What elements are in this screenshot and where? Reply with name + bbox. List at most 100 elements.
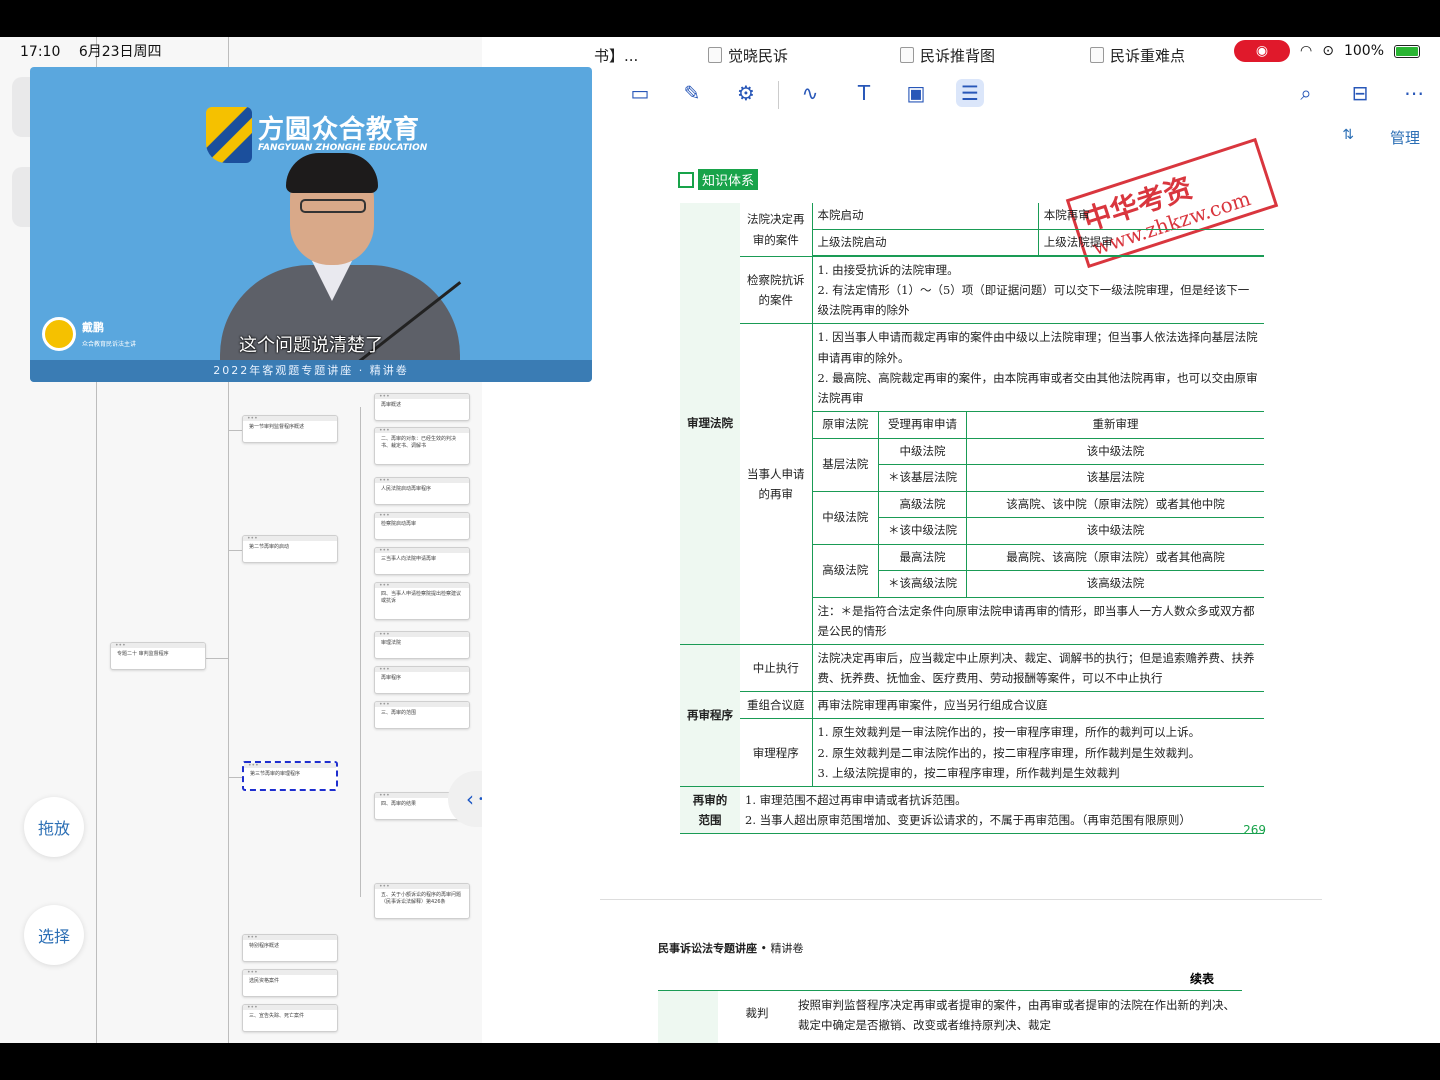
text-line: 1. 由接受抗诉的法院审理。 bbox=[817, 263, 959, 278]
mindmap-node[interactable]: ••• 特别程序概述 bbox=[242, 934, 338, 962]
row-header: 再审程序 bbox=[680, 644, 740, 787]
select-button-label: 选择 bbox=[37, 927, 70, 946]
eraser-icon[interactable]: ⚙ bbox=[732, 79, 760, 107]
logo-mark-icon bbox=[206, 107, 252, 163]
search-icon[interactable]: ⌕ bbox=[1292, 79, 1320, 107]
brand-name: 方圆众合教育 bbox=[258, 115, 421, 145]
cell: 原审法院 bbox=[812, 411, 879, 439]
status-left: 17:10 6月23日周四 bbox=[20, 41, 176, 61]
mindmap-node[interactable]: ••• 再审程序 bbox=[374, 666, 470, 694]
manage-button[interactable]: 管理 bbox=[1390, 127, 1420, 148]
node-text: 第三节再审的审理程序 bbox=[250, 771, 301, 777]
text-line: 2. 原生效裁判是二审法院作出的，按二审程序审理，所作裁判是生效裁判。 bbox=[817, 745, 1201, 760]
cell: 审理程序 bbox=[740, 718, 813, 787]
mindmap-node[interactable]: ••• 三、再审的范围 bbox=[374, 701, 470, 729]
cell: 重组合议庭 bbox=[740, 691, 813, 720]
mindmap-node[interactable]: ••• 检察院启动再审 bbox=[374, 512, 470, 540]
node-text: 三当事人向法院申请再审 bbox=[381, 556, 437, 562]
cell: ＊该高级法院 bbox=[878, 570, 967, 598]
cell: 法院决定再审的案件 bbox=[740, 203, 813, 258]
node-text: 审理法院 bbox=[381, 640, 402, 646]
video-overlay[interactable]: 方圆众合教育 FANGYUAN ZHONGHE EDUCATION 戴鹏 众合教… bbox=[30, 67, 592, 382]
row-header-band bbox=[658, 991, 718, 1043]
cell: 高级法院 bbox=[812, 544, 879, 598]
cell: 本院再审 bbox=[1038, 203, 1264, 230]
text-icon[interactable]: T bbox=[850, 79, 878, 107]
video-banner: 2022年客观题专题讲座 · 精讲卷 bbox=[30, 360, 592, 382]
cell: 本院启动 bbox=[812, 203, 1039, 230]
connector bbox=[228, 550, 242, 551]
text-line: 1. 审理范围不超过再审申请或者抗诉范围。 bbox=[745, 792, 967, 807]
cell: 本院启动 本院再审 上级法院启动 上级法院提审 bbox=[812, 203, 1264, 258]
mindmap-node[interactable]: ••• 五、关于小额诉讼的程序的再审问题（民事诉讼法解释）第426条 bbox=[374, 883, 470, 919]
pen-icon[interactable]: ✎ bbox=[678, 79, 706, 107]
node-text: 再审程序 bbox=[381, 675, 402, 681]
orientation-lock-icon: ⊙ bbox=[1322, 43, 1334, 59]
cell: 当事人申请的再审 bbox=[740, 323, 813, 646]
text-line: 再审的 bbox=[692, 792, 728, 807]
crop-icon[interactable]: ▭ bbox=[626, 79, 654, 107]
node-text: 选民资格案件 bbox=[249, 978, 280, 984]
node-text: 专题二十 审判监督程序 bbox=[117, 651, 169, 657]
mindmap-node[interactable]: ••• 专题二十 审判监督程序 bbox=[110, 642, 206, 670]
mindmap-node[interactable]: ••• 第二节再审的启动 bbox=[242, 535, 338, 563]
lasso-icon[interactable]: ∿ bbox=[796, 79, 824, 107]
battery-icon bbox=[1394, 44, 1420, 58]
document-page-next: 民事诉讼法专题讲座 • 精讲卷 续表 裁判 按照审判监督程序决定再审或者提审的案… bbox=[600, 899, 1322, 1043]
text-line: 3. 上级法院提审的，按二审程序审理，所作裁判是生效裁判 bbox=[817, 765, 1120, 780]
status-right: ◉ ◠ ⊙ 100% bbox=[1234, 40, 1420, 62]
drag-button-label: 拖放 bbox=[37, 819, 70, 838]
brand-name-en: FANGYUAN ZHONGHE EDUCATION bbox=[258, 143, 428, 153]
node-text: 五、关于小额诉讼的程序的再审问题（民事诉讼法解释）第426条 bbox=[381, 892, 462, 905]
cell: 中级法院 bbox=[878, 438, 967, 466]
cell: 裁判 bbox=[745, 1006, 769, 1020]
page-header: 民事诉讼法专题讲座 • 精讲卷 bbox=[658, 940, 804, 956]
node-text: 第二节再审的启动 bbox=[249, 544, 290, 550]
select-button[interactable]: 选择 bbox=[24, 905, 84, 965]
mindmap-node[interactable]: ••• 三当事人向法院申请再审 bbox=[374, 547, 470, 575]
mindmap-node[interactable]: ••• 二、再审的对象：已经生效的判决书、裁定书、调解书 bbox=[374, 427, 470, 465]
mindmap-node[interactable]: ••• 第一节审判监督程序概述 bbox=[242, 415, 338, 443]
node-text: 三、宣告失踪、死亡案件 bbox=[249, 1013, 305, 1019]
node-text: 四、当事人申请检察院提出检察建议或抗诉 bbox=[381, 591, 462, 604]
table-row: 裁判 按照审判监督程序决定再审或者提审的案件，由再审或者提审的法院在作出新的判决… bbox=[658, 990, 1242, 1043]
cell: 按照审判监督程序决定再审或者提审的案件，由再审或者提审的法院在作出新的判决、裁定… bbox=[798, 998, 1235, 1033]
text-line: 2. 最高院、高院裁定再审的案件，由本院再审或者交由其他法院再审，也可以交由原审… bbox=[817, 370, 1258, 405]
status-time: 17:10 bbox=[20, 44, 61, 60]
mindmap-node[interactable]: ••• 四、当事人申请检察院提出检察建议或抗诉 bbox=[374, 582, 470, 620]
cell: 受理再审申请 bbox=[878, 411, 967, 439]
mindmap-node[interactable]: ••• 再审概述 bbox=[374, 393, 470, 421]
cell: ＊该中级法院 bbox=[878, 517, 967, 545]
cell: 该基层法院 bbox=[966, 464, 1264, 492]
screen-recording-icon[interactable]: ◉ bbox=[1234, 40, 1291, 62]
drag-button[interactable]: 拖放 bbox=[24, 797, 84, 857]
wifi-icon: ◠ bbox=[1300, 43, 1313, 59]
outline-icon[interactable]: ☰ bbox=[956, 79, 984, 107]
toolbar-divider bbox=[778, 81, 779, 109]
mindmap-node[interactable]: ••• 人民法院启动再审程序 bbox=[374, 477, 470, 505]
cell: 最高法院 bbox=[878, 544, 967, 572]
cell: 该中级法院 bbox=[966, 438, 1264, 466]
mindmap-node[interactable]: ••• 选民资格案件 bbox=[242, 969, 338, 997]
mindmap-node[interactable]: ••• 审理法院 bbox=[374, 631, 470, 659]
node-text: 第一节审判监督程序概述 bbox=[249, 424, 305, 430]
sort-icon[interactable]: ⇅ bbox=[1342, 127, 1354, 143]
cell: 该高级法院 bbox=[966, 570, 1264, 598]
ghost-tab bbox=[12, 167, 30, 227]
connector bbox=[360, 407, 361, 897]
text-line: 1. 原生效裁判是一审法院作出的，按一审程序审理，所作的裁判可以上诉。 bbox=[817, 725, 1201, 740]
image-icon[interactable]: ▣ bbox=[902, 79, 930, 107]
bookmark-icon[interactable]: ⊟ bbox=[1346, 79, 1374, 107]
mindmap-node[interactable]: ••• 三、宣告失踪、死亡案件 bbox=[242, 1004, 338, 1032]
continued-label: 续表 bbox=[1190, 972, 1215, 986]
knowledge-table: 审理法院 法院决定再审的案件 本院启动 本院再审 上级法院启动 上级法院提审 检察院… bbox=[680, 203, 1264, 835]
more-icon[interactable]: ⋯ bbox=[1400, 79, 1428, 107]
cell: 中止执行 bbox=[740, 644, 813, 693]
cell: 1. 原生效裁判是一审法院作出的，按一审程序审理，所作的裁判可以上诉。 2. 原生… bbox=[812, 718, 1264, 787]
mindmap-node-selected[interactable]: ••• 第三节再审的审理程序 bbox=[242, 761, 338, 791]
chevron-left-icon[interactable]: ‹ bbox=[466, 787, 478, 811]
node-text: 四、再审的结果 bbox=[381, 801, 417, 807]
checkbox-icon bbox=[678, 171, 694, 188]
section-label: 知识体系 bbox=[698, 169, 759, 190]
text-line: 1. 因当事人申请而裁定再审的案件由中级以上法院审理；但当事人依法选择向基层法院… bbox=[817, 330, 1258, 365]
